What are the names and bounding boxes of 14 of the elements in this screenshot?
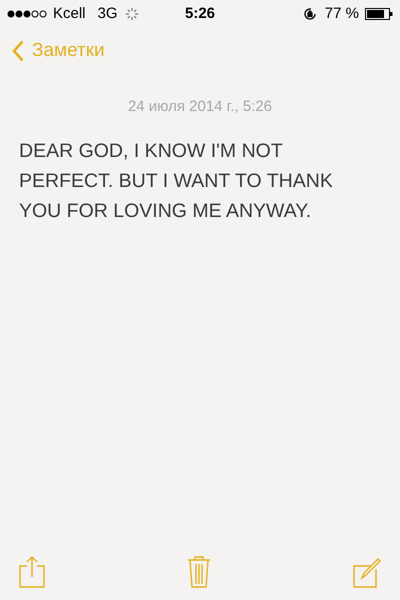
signal-icon	[7, 10, 49, 18]
clock-time: 5:26	[184, 4, 216, 24]
carrier-name: Kcell	[53, 4, 86, 24]
compose-icon[interactable]	[353, 558, 381, 588]
trash-icon[interactable]	[187, 555, 211, 588]
network-type: 3G	[98, 4, 118, 24]
battery-percent: 77 %	[324, 4, 359, 24]
note-text[interactable]: DEAR GOD, I KNOW I'M NOT PERFECT. BUT I WANT TO THANK YOU FOR LOVING ME ANYWAY.	[19, 136, 354, 226]
activity-icon	[126, 8, 138, 20]
back-chevron-icon	[12, 40, 24, 62]
share-icon[interactable]	[19, 556, 45, 588]
note-date: 24 июля 2014 г., 5:26	[128, 96, 272, 116]
rotation-lock-icon	[302, 7, 317, 21]
battery-icon	[365, 8, 393, 20]
